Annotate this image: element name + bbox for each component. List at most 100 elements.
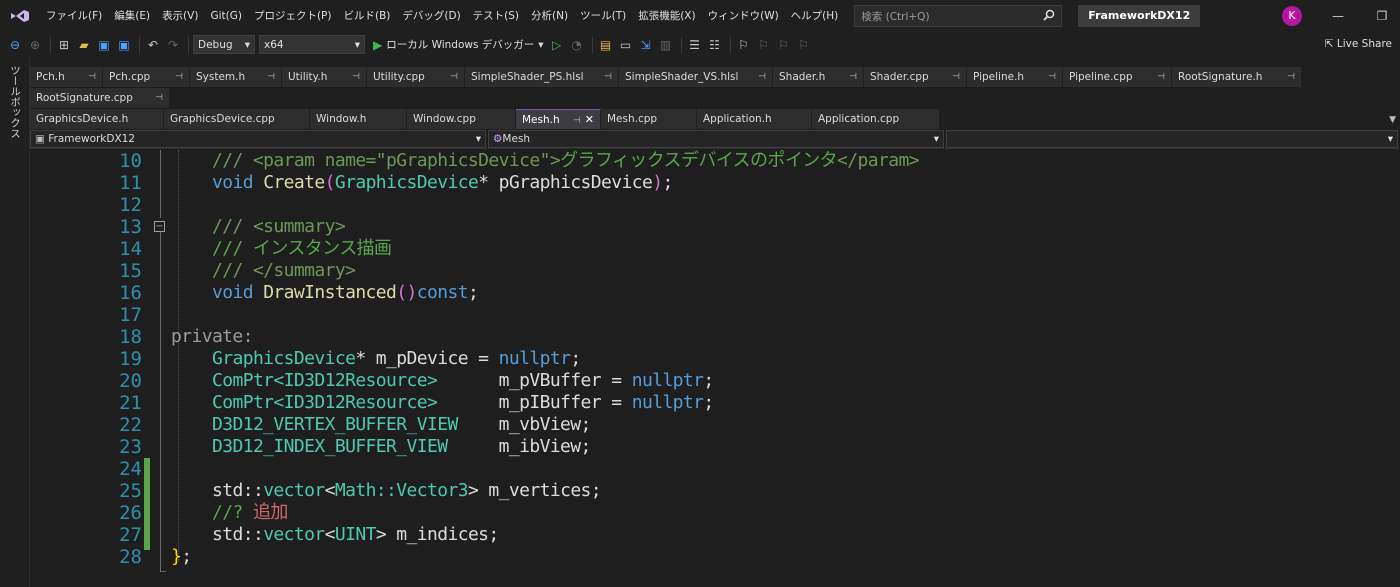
window-layout-icon[interactable]: ▭ [617, 36, 635, 54]
tab-simpleshader-ps-hlsl[interactable]: SimpleShader_PS.hlsl ⊣ [465, 67, 619, 87]
pin-icon[interactable]: ⊣ [267, 72, 275, 82]
line-number: 16 [119, 282, 142, 304]
tab-graphicsdevice-h[interactable]: GraphicsDevice.h [30, 109, 164, 129]
menu-help[interactable]: ヘルプ(H) [785, 0, 845, 32]
tab-utility-h[interactable]: Utility.h ⊣ [282, 67, 367, 87]
pin-icon[interactable]: ⊣ [88, 72, 96, 82]
code-editor[interactable]: − 10 /// <param name="pGraphicsDevice">グ… [30, 150, 1400, 587]
document-tab-row-3: GraphicsDevice.h GraphicsDevice.cpp Wind… [30, 109, 1400, 129]
step-icon[interactable]: ⇲ [637, 36, 655, 54]
tab-label: Mesh.cpp [607, 113, 658, 125]
menu-project[interactable]: プロジェクト(P) [248, 0, 338, 32]
pin-icon[interactable]: ⊣ [573, 116, 581, 126]
pin-icon[interactable]: ⊣ [352, 72, 360, 82]
tab-system-h[interactable]: System.h ⊣ [190, 67, 282, 87]
pin-icon[interactable]: ⊣ [604, 72, 612, 82]
code-text: > m_indices; [375, 524, 499, 545]
tab-pipeline-cpp[interactable]: Pipeline.cpp ⊣ [1063, 67, 1172, 87]
menu-file[interactable]: ファイル(F) [40, 0, 108, 32]
type-scope-value: Mesh [502, 132, 531, 145]
menu-tools[interactable]: ツール(T) [574, 0, 632, 32]
tab-window-h[interactable]: Window.h [310, 109, 407, 129]
toolbox-strip: ツールボックス [0, 57, 30, 587]
tab-shader-h[interactable]: Shader.h ⊣ [773, 67, 864, 87]
tab-application-h[interactable]: Application.h [697, 109, 812, 129]
keyword: void [212, 282, 264, 303]
previous-bookmark-icon[interactable]: ⚐ [755, 36, 773, 54]
platform-select[interactable]: x64 ▾ [259, 35, 365, 54]
line-number: 19 [119, 348, 142, 370]
account-avatar[interactable]: K [1282, 6, 1302, 26]
menu-git[interactable]: Git(G) [204, 0, 248, 32]
restore-button[interactable]: ❐ [1362, 0, 1400, 32]
open-file-icon[interactable]: ▰ [75, 36, 93, 54]
menu-extensions[interactable]: 拡張機能(X) [632, 0, 701, 32]
menu-view[interactable]: 表示(V) [156, 0, 204, 32]
code-text: m_pVBuffer = [437, 370, 632, 391]
tab-graphicsdevice-cpp[interactable]: GraphicsDevice.cpp [164, 109, 310, 129]
browse-icon[interactable]: ▤ [597, 36, 615, 54]
tab-utility-cpp[interactable]: Utility.cpp ⊣ [367, 67, 465, 87]
tab-pch-h[interactable]: Pch.h ⊣ [30, 67, 103, 87]
start-debugging-button[interactable]: ▶ ローカル Windows デバッガー ▾ [373, 37, 544, 52]
tab-mesh-h[interactable]: Mesh.h ⊣ ✕ [516, 109, 601, 129]
toolbox-tab[interactable]: ツールボックス [8, 65, 23, 139]
close-icon[interactable]: ✕ [585, 113, 594, 126]
pin-icon[interactable]: ⊣ [849, 72, 857, 82]
visual-studio-logo-icon[interactable] [10, 9, 30, 23]
tab-mesh-cpp[interactable]: Mesh.cpp [601, 109, 697, 129]
solution-name-badge: FrameworkDX12 [1078, 5, 1201, 27]
navigate-forward-icon[interactable]: ⊕ [26, 36, 44, 54]
type-scope-select[interactable]: ⚙Mesh ▾ [488, 129, 944, 148]
menu-test[interactable]: テスト(S) [467, 0, 525, 32]
tab-simpleshader-vs-hlsl[interactable]: SimpleShader_VS.hlsl ⊣ [619, 67, 773, 87]
minimize-button[interactable]: — [1318, 0, 1358, 32]
pin-icon[interactable]: ⊣ [1048, 72, 1056, 82]
tab-rootsignature-h[interactable]: RootSignature.h ⊣ [1172, 67, 1302, 87]
line-number: 17 [119, 304, 142, 326]
undo-icon[interactable]: ↶ [144, 36, 162, 54]
pin-icon[interactable]: ⊣ [450, 72, 458, 82]
redo-icon[interactable]: ↷ [164, 36, 182, 54]
tab-application-cpp[interactable]: Application.cpp [812, 109, 940, 129]
pin-icon[interactable]: ⊣ [155, 93, 163, 103]
navigate-back-icon[interactable]: ⊖ [6, 36, 24, 54]
pin-icon[interactable]: ⊣ [175, 72, 183, 82]
menu-debug[interactable]: デバッグ(D) [396, 0, 466, 32]
search-input[interactable]: 検索 (Ctrl+Q) [854, 5, 1063, 27]
pin-icon[interactable]: ⊣ [1157, 72, 1165, 82]
start-without-debugging-icon[interactable]: ▷ [548, 36, 566, 54]
menu-edit[interactable]: 編集(E) [108, 0, 156, 32]
code-line: 28 }; [30, 546, 1400, 568]
bookmark-icon[interactable]: ⚐ [735, 36, 753, 54]
type-name: D3D12_VERTEX_BUFFER_VIEW [212, 414, 458, 435]
comment-lines-icon[interactable]: ☰ [686, 36, 704, 54]
paren: ) [652, 172, 663, 193]
pin-icon[interactable]: ⊣ [1287, 72, 1295, 82]
menu-build[interactable]: ビルド(B) [337, 0, 396, 32]
tab-rootsignature-cpp[interactable]: RootSignature.cpp ⊣ [30, 88, 170, 108]
type-name: D3D12_INDEX_BUFFER_VIEW [212, 436, 448, 457]
breakpoint-layout-icon[interactable]: ▥ [657, 36, 675, 54]
project-scope-select[interactable]: ▣ FrameworkDX12 ▾ [30, 129, 486, 148]
menu-analyze[interactable]: 分析(N) [525, 0, 574, 32]
pin-icon[interactable]: ⊣ [758, 72, 766, 82]
clear-bookmarks-icon[interactable]: ⚐ [795, 36, 813, 54]
line-number: 22 [119, 414, 142, 436]
menu-window[interactable]: ウィンドウ(W) [702, 0, 785, 32]
tab-shader-cpp[interactable]: Shader.cpp ⊣ [864, 67, 967, 87]
tab-window-cpp[interactable]: Window.cpp [407, 109, 516, 129]
member-scope-select[interactable]: ▾ [946, 129, 1398, 148]
next-bookmark-icon[interactable]: ⚐ [775, 36, 793, 54]
save-all-icon[interactable]: ▣ [115, 36, 133, 54]
pin-icon[interactable]: ⊣ [952, 72, 960, 82]
configuration-select[interactable]: Debug ▾ [193, 35, 255, 54]
save-icon[interactable]: ▣ [95, 36, 113, 54]
tab-pipeline-h[interactable]: Pipeline.h ⊣ [967, 67, 1063, 87]
uncomment-lines-icon[interactable]: ☷ [706, 36, 724, 54]
live-share-button[interactable]: ⇱ Live Share [1325, 32, 1392, 57]
tab-overflow-dropdown-icon[interactable]: ▼ [1389, 115, 1396, 125]
hot-reload-icon[interactable]: ◔ [568, 36, 586, 54]
tab-pch-cpp[interactable]: Pch.cpp ⊣ [103, 67, 190, 87]
new-project-icon[interactable]: ⊞ [55, 36, 73, 54]
